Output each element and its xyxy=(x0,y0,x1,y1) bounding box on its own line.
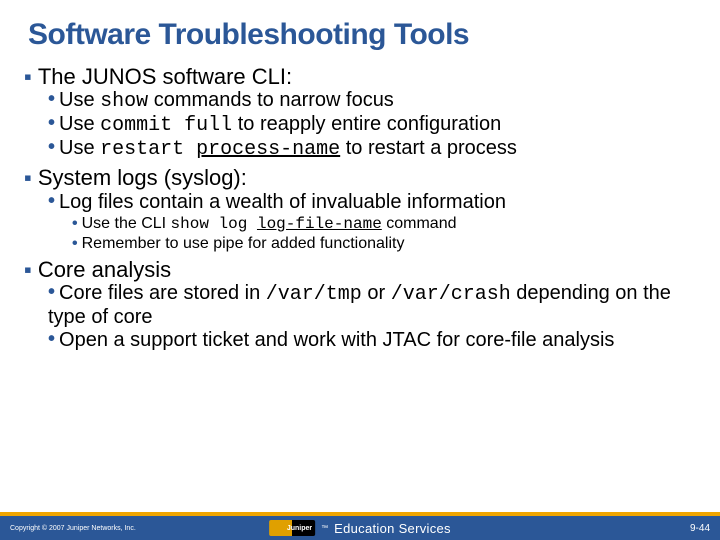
slide-footer: Copyright © 2007 Juniper Networks, Inc. … xyxy=(0,508,720,540)
text: Core files are stored in xyxy=(59,282,266,304)
slide-container: Software Troubleshooting Tools ▪The JUNO… xyxy=(0,0,720,540)
text: Use xyxy=(59,89,100,111)
footer-bar: Copyright © 2007 Juniper Networks, Inc. … xyxy=(0,516,720,540)
page-number: 9-44 xyxy=(690,523,710,534)
dot-bullet-icon: • xyxy=(48,281,55,304)
bullet-item: •Log files contain a wealth of invaluabl… xyxy=(48,191,696,214)
dot-bullet-icon: • xyxy=(48,136,55,159)
code: show xyxy=(100,90,148,113)
sub-bullet-item: •Remember to use pipe for added function… xyxy=(72,234,696,253)
trademark-icon: ™ xyxy=(321,525,328,532)
text: Use xyxy=(59,137,100,159)
text: Log files contain a wealth of invaluable… xyxy=(59,191,506,213)
heading-text: Core analysis xyxy=(38,257,171,282)
dot-bullet-icon: • xyxy=(48,328,55,351)
section-heading: ▪Core analysis xyxy=(24,257,696,282)
code-var: log-file-name xyxy=(257,215,382,233)
text: commands to narrow focus xyxy=(148,89,394,111)
footer-center: ™ Education Services xyxy=(269,520,451,536)
slide-title: Software Troubleshooting Tools xyxy=(0,0,720,52)
code: commit full xyxy=(100,114,232,137)
text: or xyxy=(362,282,391,304)
bullet-item: •Use restart process-name to restart a p… xyxy=(48,137,696,161)
bullet-item: •Use show commands to narrow focus xyxy=(48,89,696,113)
code: restart xyxy=(100,138,196,161)
heading-text: The JUNOS software CLI: xyxy=(38,64,292,89)
text: Open a support ticket and work with JTAC… xyxy=(59,329,614,351)
heading-text: System logs (syslog): xyxy=(38,165,247,190)
code: show log xyxy=(171,215,257,233)
bullet-item: •Use commit full to reapply entire confi… xyxy=(48,113,696,137)
juniper-logo-icon xyxy=(269,520,315,536)
text: command xyxy=(382,215,457,232)
dot-bullet-icon: • xyxy=(48,112,55,135)
square-bullet-icon: ▪ xyxy=(24,257,32,282)
text: Use xyxy=(59,113,100,135)
text: Remember to use pipe for added functiona… xyxy=(82,235,405,252)
section-heading: ▪The JUNOS software CLI: xyxy=(24,64,696,89)
text: to restart a process xyxy=(340,137,517,159)
dot-bullet-icon: • xyxy=(72,234,78,253)
section-heading: ▪System logs (syslog): xyxy=(24,165,696,190)
text: to reapply entire configuration xyxy=(232,113,501,135)
square-bullet-icon: ▪ xyxy=(24,165,32,190)
copyright-text: Copyright © 2007 Juniper Networks, Inc. xyxy=(0,525,136,532)
code-var: process-name xyxy=(196,138,340,161)
text: Use the CLI xyxy=(82,215,171,232)
bullet-item: •Core files are stored in /var/tmp or /v… xyxy=(48,282,696,329)
square-bullet-icon: ▪ xyxy=(24,64,32,89)
code: /var/tmp xyxy=(266,283,362,306)
code: /var/crash xyxy=(391,283,511,306)
dot-bullet-icon: • xyxy=(72,214,78,233)
bullet-item: •Open a support ticket and work with JTA… xyxy=(48,329,696,352)
dot-bullet-icon: • xyxy=(48,190,55,213)
footer-brand-text: Education Services xyxy=(334,521,451,536)
sub-bullet-item: •Use the CLI show log log-file-name comm… xyxy=(72,214,696,234)
slide-content: ▪The JUNOS software CLI: •Use show comma… xyxy=(0,52,720,352)
dot-bullet-icon: • xyxy=(48,88,55,111)
